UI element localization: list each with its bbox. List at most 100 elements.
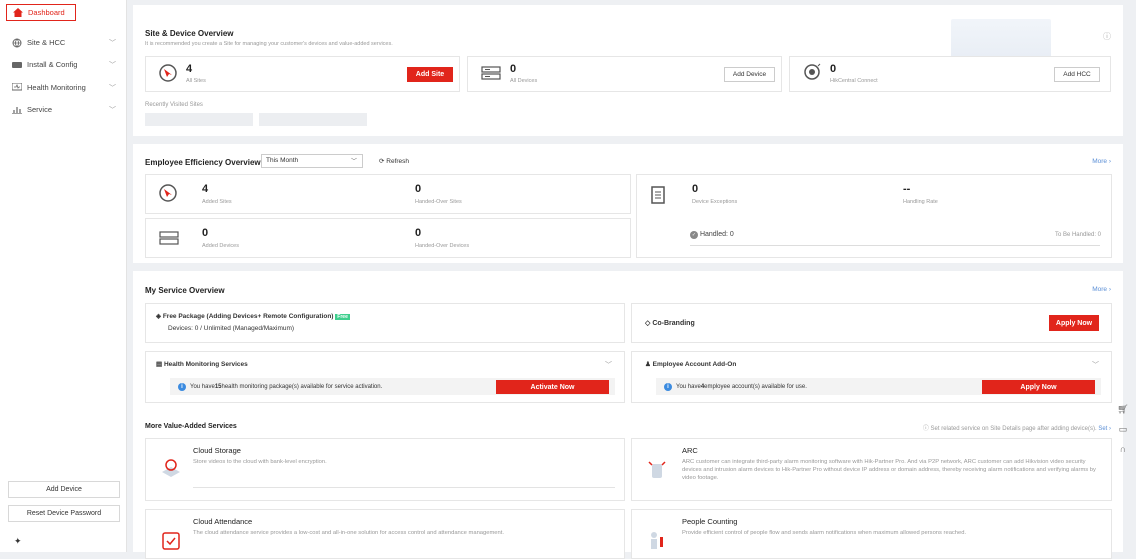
site-icon	[159, 184, 177, 204]
chevron-down-icon: ﹀	[109, 85, 116, 92]
period-select[interactable]: This Month ﹀	[261, 154, 363, 168]
pin-icon[interactable]: ✦	[14, 536, 22, 547]
site-overview-title: Site & Device Overview	[145, 29, 234, 38]
headset-icon[interactable]: ∩	[1116, 442, 1130, 456]
cloud-storage-title: Cloud Storage	[193, 446, 241, 455]
added-devices-count: 0	[202, 227, 209, 239]
sidebar-item-site-hcc[interactable]: Site & HCC ﹀	[6, 34, 122, 51]
added-devices-label: Added Devices	[202, 243, 239, 249]
hcc-icon	[803, 63, 821, 83]
sidebar-item-label: Site & HCC	[27, 38, 66, 47]
efficiency-more-link[interactable]: More ›	[1092, 158, 1111, 165]
handed-sites-label: Handed-Over Sites	[415, 199, 462, 205]
arc-card[interactable]: ARC ARC customer can integrate third-par…	[631, 438, 1112, 501]
devices-label: All Devices	[510, 78, 538, 84]
service-more-link[interactable]: More ›	[1092, 286, 1111, 293]
add-device-button[interactable]: Add Device	[8, 481, 120, 498]
employee-addon-box: ♟ Employee Account Add-On ﹀ i You have 4…	[631, 351, 1112, 403]
add-hcc-button[interactable]: Add HCC	[1054, 67, 1100, 82]
cloud-storage-icon	[160, 456, 182, 482]
devices-usage: Devices: 0 / Unlimited (Managed/Maximum)	[168, 325, 295, 332]
chart-icon	[11, 105, 23, 115]
cart-icon[interactable]: 🛒︎	[1116, 402, 1130, 416]
handled-status: ✓ Handled: 0	[690, 231, 734, 239]
monitor-icon	[11, 83, 23, 93]
sidebar-item-install-config[interactable]: Install & Config ﹀	[6, 56, 122, 73]
handed-devices-label: Handed-Over Devices	[415, 243, 470, 249]
sidebar-item-label: Service	[27, 105, 53, 114]
arc-icon	[646, 456, 668, 482]
reset-device-password-button[interactable]: Reset Device Password	[8, 505, 120, 522]
arc-desc: ARC customer can integrate third-party a…	[682, 459, 1096, 481]
progress-track	[690, 245, 1100, 246]
chevron-down-icon[interactable]: ﹀	[605, 360, 612, 370]
health-title-label: Health Monitoring Services	[163, 361, 248, 368]
sites-count: 4	[186, 63, 193, 75]
value-added-title: More Value-Added Services	[145, 423, 237, 430]
device-stats-box: 0 Added Devices 0 Handed-Over Devices	[145, 218, 631, 258]
info-circle-icon: ⓘ	[922, 426, 929, 432]
sidebar-item-health-monitoring[interactable]: Health Monitoring ﹀	[6, 79, 122, 96]
arc-title: ARC	[682, 446, 698, 455]
hcc-count: 0	[830, 63, 837, 75]
cloud-attendance-desc: The cloud attendance service provides a …	[193, 530, 504, 536]
sidebar-item-dashboard[interactable]: Dashboard	[6, 4, 76, 21]
hcc-box: 0 HikCentral Connect Add HCC	[789, 56, 1111, 92]
home-icon	[12, 8, 24, 18]
sidebar: Dashboard Site & HCC ﹀ Install & Config …	[0, 0, 127, 552]
info-icon: i	[664, 382, 672, 391]
add-site-button[interactable]: Add Site	[407, 67, 453, 82]
add-device-button[interactable]: Add Device	[724, 67, 775, 82]
set-link[interactable]: Set	[1098, 426, 1107, 432]
refresh-icon: ⟳	[379, 158, 385, 165]
refresh-button[interactable]: ⟳ Refresh	[379, 157, 409, 165]
handled-label: Handled: 0	[699, 231, 734, 238]
sites-label: All Sites	[186, 78, 206, 84]
sidebar-item-label: Health Monitoring	[27, 83, 86, 92]
activate-now-button[interactable]: Activate Now	[496, 380, 609, 394]
message-icon[interactable]: ▭	[1116, 422, 1130, 436]
recent-site-1[interactable]	[145, 113, 253, 126]
chevron-down-icon[interactable]: ﹀	[1092, 360, 1099, 370]
health-info-pre: You have	[190, 383, 215, 390]
cobranding-label: Co-Branding	[652, 320, 695, 327]
cloud-attendance-icon	[160, 527, 182, 553]
recent-site-2[interactable]	[259, 113, 367, 126]
cloud-storage-card[interactable]: Cloud Storage Store videos to the cloud …	[145, 438, 625, 501]
info-icon: i	[178, 382, 186, 391]
more-label: More	[1092, 158, 1108, 165]
layers-icon: ◈	[156, 313, 161, 320]
sidebar-item-service[interactable]: Service ﹀	[6, 101, 122, 118]
employee-efficiency-card: Employee Efficiency Overview This Month …	[133, 144, 1123, 263]
devices-count: 0	[510, 63, 517, 75]
handling-rate-value: --	[903, 183, 911, 195]
more-label: More	[1092, 286, 1108, 293]
handed-sites-count: 0	[415, 183, 422, 195]
employee-addon-title: ♟ Employee Account Add-On	[645, 360, 736, 368]
exceptions-label: Device Exceptions	[692, 199, 738, 205]
cloud-attendance-title: Cloud Attendance	[193, 517, 253, 526]
help-icon[interactable]: ⓘ	[1103, 31, 1111, 42]
monitor-icon: ▤	[156, 361, 163, 368]
employee-title-label: Employee Account Add-On	[652, 361, 737, 368]
people-counting-title: People Counting	[682, 517, 738, 526]
health-info-num: 15	[214, 383, 222, 390]
chevron-down-icon: ﹀	[109, 62, 116, 69]
employee-apply-button[interactable]: Apply Now	[982, 380, 1095, 394]
globe-icon	[11, 38, 23, 48]
all-devices-box: 0 All Devices Add Device	[467, 56, 782, 92]
document-icon	[651, 186, 665, 206]
handling-rate-label: Handling Rate	[903, 199, 938, 205]
handed-devices-count: 0	[415, 227, 422, 239]
site-icon	[159, 64, 177, 84]
employee-info-pre: You have	[676, 383, 701, 390]
site-overview-subtitle: It is recommended you create a Site for …	[145, 41, 393, 47]
chevron-down-icon: ﹀	[109, 107, 116, 114]
all-sites-box: 4 All Sites Add Site	[145, 56, 460, 92]
exceptions-count: 0	[692, 183, 699, 195]
cobranding-apply-button[interactable]: Apply Now	[1049, 315, 1099, 331]
hcc-label: HikCentral Connect	[830, 78, 878, 84]
nvr-icon	[481, 66, 501, 82]
check-icon: ✓	[690, 231, 698, 239]
employee-info-post: employee account(s) available for use.	[704, 383, 807, 390]
